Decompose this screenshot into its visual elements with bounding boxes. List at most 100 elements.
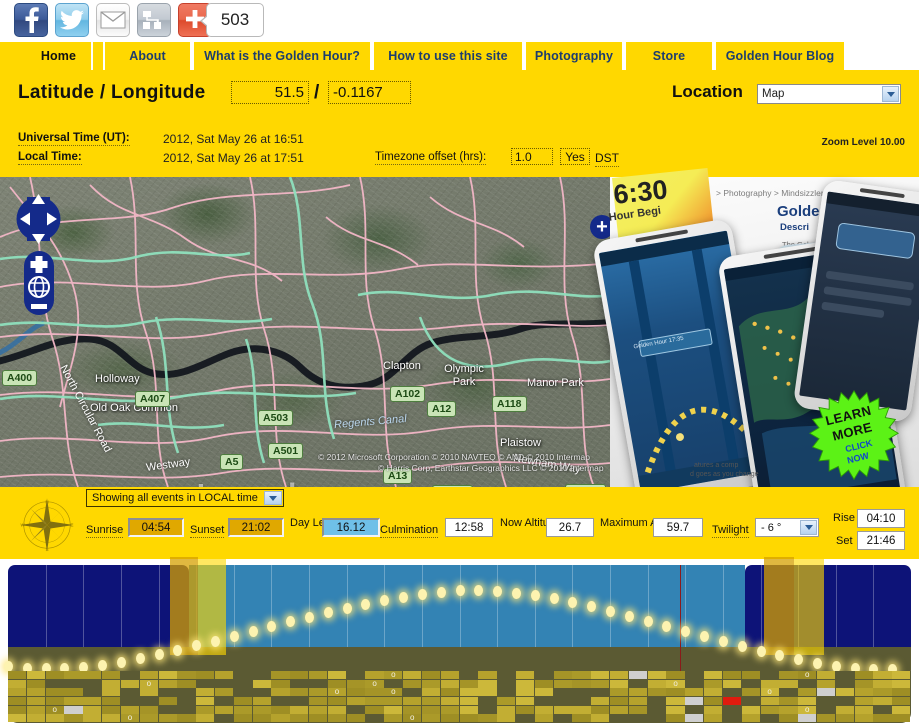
table-cell[interactable]	[704, 688, 723, 697]
table-cell[interactable]	[722, 679, 742, 688]
map-canvas[interactable]: London bing Old Oak Common Holloway Clap…	[0, 177, 610, 487]
table-cell[interactable]: o	[760, 688, 779, 697]
table-cell[interactable]: o	[365, 679, 384, 688]
table-cell[interactable]	[83, 714, 102, 723]
table-cell[interactable]	[271, 671, 290, 680]
table-cell[interactable]	[26, 714, 46, 723]
table-cell[interactable]	[610, 671, 629, 680]
table-cell[interactable]	[572, 714, 591, 723]
table-cell[interactable]	[8, 688, 27, 697]
table-cell[interactable]	[478, 714, 497, 723]
table-cell[interactable]	[666, 714, 685, 723]
table-cell[interactable]	[741, 671, 760, 680]
table-cell[interactable]	[779, 714, 798, 723]
table-cell[interactable]	[666, 688, 685, 697]
twilight-select[interactable]: - 6 °	[755, 518, 819, 537]
table-cell[interactable]	[196, 671, 215, 680]
facebook-icon[interactable]	[14, 3, 48, 37]
table-cell[interactable]	[741, 688, 760, 697]
table-cell[interactable]	[290, 714, 309, 723]
table-cell[interactable]	[704, 697, 723, 706]
table-cell[interactable]	[722, 697, 742, 706]
table-cell[interactable]	[459, 714, 478, 723]
table-cell[interactable]	[384, 705, 403, 714]
table-cell[interactable]	[892, 697, 911, 706]
twitter-icon[interactable]	[55, 3, 89, 37]
table-cell[interactable]	[365, 705, 384, 714]
table-cell[interactable]	[384, 697, 403, 706]
table-cell[interactable]	[704, 714, 723, 723]
email-icon[interactable]	[96, 3, 130, 37]
table-cell[interactable]	[497, 714, 516, 723]
table-cell[interactable]	[271, 679, 290, 688]
table-cell[interactable]	[534, 705, 553, 714]
table-cell[interactable]	[83, 697, 102, 706]
table-cell[interactable]	[196, 688, 215, 697]
table-cell[interactable]	[610, 688, 629, 697]
table-cell[interactable]	[628, 688, 648, 697]
table-cell[interactable]	[854, 705, 873, 714]
table-cell[interactable]	[628, 705, 648, 714]
table-cell[interactable]	[591, 705, 610, 714]
table-cell[interactable]	[102, 679, 121, 688]
table-cell[interactable]	[779, 671, 798, 680]
table-cell[interactable]: o	[120, 714, 140, 723]
table-cell[interactable]	[816, 688, 836, 697]
table-cell[interactable]	[647, 679, 666, 688]
table-cell[interactable]	[553, 705, 572, 714]
table-cell[interactable]	[196, 705, 215, 714]
table-cell[interactable]	[252, 697, 271, 706]
table-cell[interactable]	[26, 697, 46, 706]
chevron-down-icon[interactable]	[800, 520, 817, 535]
table-cell[interactable]	[346, 714, 365, 723]
table-cell[interactable]	[158, 714, 177, 723]
timezone-offset-input[interactable]: 1.0	[511, 148, 553, 165]
table-cell[interactable]	[384, 714, 403, 723]
table-cell[interactable]	[610, 705, 629, 714]
table-cell[interactable]	[835, 714, 854, 723]
table-cell[interactable]	[421, 697, 441, 706]
table-cell[interactable]	[309, 688, 328, 697]
table-cell[interactable]	[873, 714, 892, 723]
table-cell[interactable]	[534, 688, 553, 697]
table-cell[interactable]	[327, 697, 347, 706]
table-cell[interactable]	[421, 714, 441, 723]
table-cell[interactable]	[120, 679, 140, 688]
table-cell[interactable]	[421, 688, 441, 697]
table-cell[interactable]	[64, 697, 83, 706]
table-cell[interactable]	[515, 705, 535, 714]
table-cell[interactable]	[271, 714, 290, 723]
table-cell[interactable]	[741, 714, 760, 723]
tab-about[interactable]: About	[103, 42, 192, 70]
tab-home[interactable]: Home	[24, 42, 93, 70]
table-cell[interactable]	[798, 697, 817, 706]
table-cell[interactable]	[478, 671, 497, 680]
table-cell[interactable]	[760, 705, 779, 714]
table-cell[interactable]	[102, 714, 121, 723]
table-cell[interactable]	[873, 688, 892, 697]
table-cell[interactable]	[139, 714, 158, 723]
table-cell[interactable]	[722, 671, 742, 680]
table-cell[interactable]	[478, 688, 497, 697]
table-cell[interactable]	[892, 671, 911, 680]
events-mode-select[interactable]: Showing all events in LOCAL time	[86, 489, 284, 507]
table-cell[interactable]	[440, 714, 459, 723]
table-cell[interactable]	[365, 697, 384, 706]
table-cell[interactable]	[26, 679, 46, 688]
table-cell[interactable]	[685, 688, 704, 697]
table-cell[interactable]	[534, 679, 553, 688]
table-cell[interactable]	[177, 671, 196, 680]
tab-photography[interactable]: Photography	[524, 42, 624, 70]
table-cell[interactable]	[102, 697, 121, 706]
table-cell[interactable]	[196, 697, 215, 706]
table-cell[interactable]	[290, 705, 309, 714]
table-cell[interactable]	[647, 671, 666, 680]
table-cell[interactable]	[459, 688, 478, 697]
table-cell[interactable]	[798, 714, 817, 723]
table-cell[interactable]	[233, 705, 252, 714]
table-cell[interactable]	[440, 679, 459, 688]
tab-golden-hour-blog[interactable]: Golden Hour Blog	[714, 42, 846, 70]
table-cell[interactable]	[440, 697, 459, 706]
table-cell[interactable]	[854, 697, 873, 706]
table-cell[interactable]	[403, 679, 422, 688]
